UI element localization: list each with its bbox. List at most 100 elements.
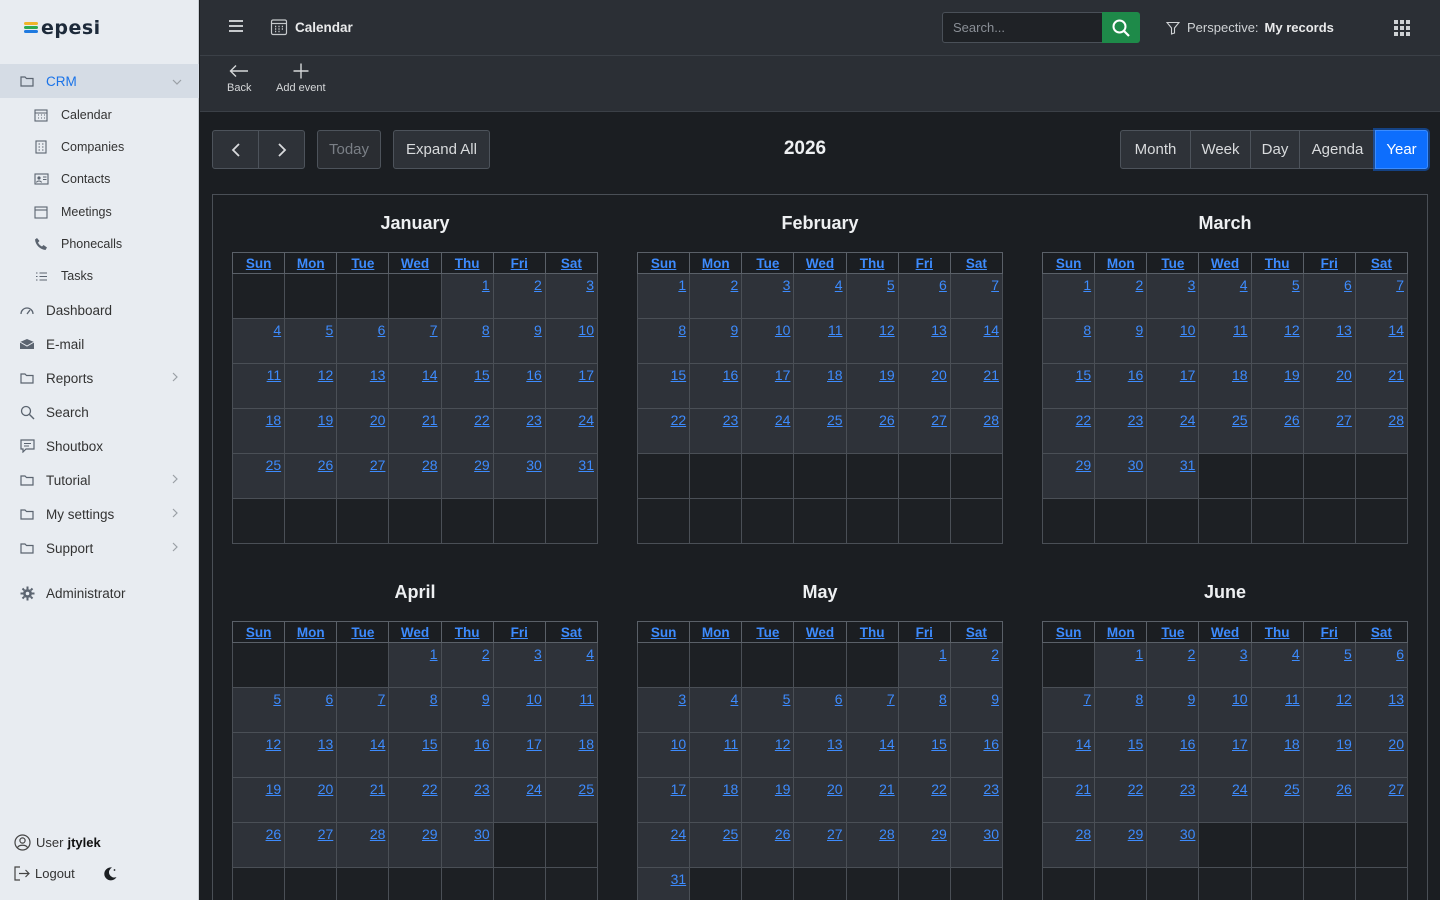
day-link[interactable]: 21	[422, 412, 438, 428]
weekday-header-link[interactable]: Sat	[1354, 252, 1409, 274]
day-cell[interactable]: 20	[284, 777, 338, 823]
day-link[interactable]: 28	[1076, 826, 1092, 842]
day-cell[interactable]: 3	[636, 687, 691, 733]
day-link[interactable]: 23	[723, 412, 739, 428]
day-cell[interactable]: 26	[1302, 777, 1356, 823]
day-cell[interactable]: 18	[1198, 363, 1252, 409]
day-link[interactable]: 18	[827, 367, 843, 383]
sidebar-item-shoutbox[interactable]: Shoutbox	[0, 431, 199, 461]
day-cell[interactable]: 19	[845, 363, 899, 409]
day-cell[interactable]: 21	[1041, 777, 1096, 823]
weekday-header-link[interactable]: Wed	[1198, 621, 1252, 643]
day-link[interactable]: 28	[1388, 412, 1404, 428]
day-link[interactable]: 20	[931, 367, 947, 383]
weekday-header-link[interactable]: Sun	[636, 252, 691, 274]
day-cell[interactable]: 27	[284, 822, 338, 868]
day-link[interactable]: 29	[931, 826, 947, 842]
day-link[interactable]: 21	[983, 367, 999, 383]
day-cell[interactable]: 25	[544, 777, 599, 823]
day-link[interactable]: 14	[1388, 322, 1404, 338]
weekday-header-link[interactable]: Wed	[793, 252, 847, 274]
day-cell[interactable]: 24	[741, 408, 795, 454]
day-link[interactable]: 26	[318, 457, 334, 473]
day-link[interactable]: 5	[887, 277, 895, 293]
day-link[interactable]: 22	[422, 781, 438, 797]
weekday-header-link[interactable]: Fri	[1302, 621, 1356, 643]
day-cell[interactable]: 26	[1250, 408, 1304, 454]
day-cell[interactable]: 2	[440, 642, 494, 688]
day-cell[interactable]: 9	[689, 318, 743, 364]
day-cell[interactable]: 12	[284, 363, 338, 409]
day-link[interactable]: 9	[991, 691, 999, 707]
day-link[interactable]: 19	[1284, 367, 1300, 383]
day-cell[interactable]: 18	[793, 363, 847, 409]
day-cell[interactable]: 6	[336, 318, 390, 364]
day-link[interactable]: 14	[1076, 736, 1092, 752]
sidebar-item-email[interactable]: E-mail	[0, 329, 199, 359]
sidebar-item-contacts[interactable]: Contacts	[0, 166, 199, 192]
day-cell[interactable]: 17	[544, 363, 599, 409]
day-cell[interactable]: 4	[544, 642, 599, 688]
day-cell[interactable]: 13	[1354, 687, 1409, 733]
day-link[interactable]: 15	[1128, 736, 1144, 752]
day-link[interactable]: 17	[1180, 367, 1196, 383]
day-link[interactable]: 16	[1128, 367, 1144, 383]
view-month-button[interactable]: Month	[1120, 130, 1191, 169]
day-link[interactable]: 25	[266, 457, 282, 473]
day-cell[interactable]: 5	[284, 318, 338, 364]
day-link[interactable]: 26	[1336, 781, 1352, 797]
dark-mode-toggle-moon-icon[interactable]	[100, 864, 120, 884]
day-cell[interactable]: 18	[544, 732, 599, 778]
day-cell[interactable]: 28	[949, 408, 1004, 454]
day-cell[interactable]: 18	[231, 408, 286, 454]
day-link[interactable]: 25	[1284, 781, 1300, 797]
day-cell[interactable]: 19	[1250, 363, 1304, 409]
day-link[interactable]: 7	[1396, 277, 1404, 293]
day-link[interactable]: 23	[1180, 781, 1196, 797]
day-cell[interactable]: 12	[741, 732, 795, 778]
day-cell[interactable]: 14	[1041, 732, 1096, 778]
day-cell[interactable]: 13	[1302, 318, 1356, 364]
day-cell[interactable]: 5	[1250, 273, 1304, 319]
day-cell[interactable]: 29	[440, 453, 494, 499]
day-link[interactable]: 13	[370, 367, 386, 383]
day-link[interactable]: 19	[1336, 736, 1352, 752]
day-cell[interactable]: 25	[793, 408, 847, 454]
day-link[interactable]: 15	[1076, 367, 1092, 383]
day-link[interactable]: 19	[879, 367, 895, 383]
day-cell[interactable]: 15	[1041, 363, 1096, 409]
weekday-header-link[interactable]: Thu	[845, 252, 899, 274]
day-cell[interactable]: 27	[793, 822, 847, 868]
day-cell[interactable]: 27	[336, 453, 390, 499]
day-cell[interactable]: 22	[388, 777, 442, 823]
day-cell[interactable]: 28	[845, 822, 899, 868]
day-link[interactable]: 6	[325, 691, 333, 707]
day-link[interactable]: 28	[983, 412, 999, 428]
day-link[interactable]: 31	[1180, 457, 1196, 473]
day-cell[interactable]: 30	[492, 453, 546, 499]
view-year-button[interactable]: Year	[1375, 130, 1428, 169]
day-cell[interactable]: 30	[440, 822, 494, 868]
day-link[interactable]: 24	[671, 826, 687, 842]
sidebar-item-reports[interactable]: Reports	[0, 363, 199, 393]
day-cell[interactable]: 1	[1094, 642, 1148, 688]
day-cell[interactable]: 1	[636, 273, 691, 319]
day-cell[interactable]: 20	[793, 777, 847, 823]
day-link[interactable]: 20	[1336, 367, 1352, 383]
weekday-header-link[interactable]: Tue	[741, 252, 795, 274]
day-cell[interactable]: 4	[1198, 273, 1252, 319]
day-link[interactable]: 3	[678, 691, 686, 707]
weekday-header-link[interactable]: Sat	[949, 252, 1004, 274]
day-link[interactable]: 28	[422, 457, 438, 473]
weekday-header-link[interactable]: Sun	[1041, 621, 1096, 643]
day-cell[interactable]: 7	[388, 318, 442, 364]
day-link[interactable]: 12	[775, 736, 791, 752]
sidebar-item-tutorial[interactable]: Tutorial	[0, 465, 199, 495]
sidebar-item-administrator[interactable]: Administrator	[0, 578, 199, 608]
day-cell[interactable]: 9	[949, 687, 1004, 733]
day-cell[interactable]: 12	[845, 318, 899, 364]
day-cell[interactable]: 27	[1302, 408, 1356, 454]
day-link[interactable]: 10	[775, 322, 791, 338]
weekday-header-link[interactable]: Sun	[1041, 252, 1096, 274]
day-cell[interactable]: 8	[388, 687, 442, 733]
